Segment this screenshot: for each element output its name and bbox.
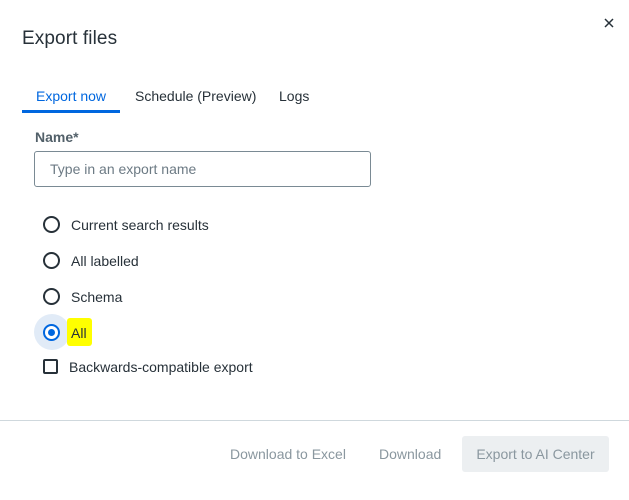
checkbox-label: Backwards-compatible export	[69, 359, 253, 375]
radio-button-selected[interactable]	[43, 324, 60, 341]
backwards-compatible-checkbox[interactable]	[43, 359, 58, 374]
close-icon[interactable]	[600, 14, 618, 32]
radio-button[interactable]	[43, 252, 60, 269]
tab-schedule-preview[interactable]: Schedule (Preview)	[135, 80, 256, 110]
radio-button[interactable]	[43, 288, 60, 305]
dialog-title: Export files	[22, 28, 118, 49]
name-label: Name*	[35, 129, 79, 145]
export-files-dialog: Export files Export now Schedule (Previe…	[0, 0, 629, 500]
radio-label: All	[71, 325, 87, 341]
download-to-excel-button[interactable]: Download to Excel	[230, 436, 346, 472]
export-to-ai-center-button[interactable]: Export to AI Center	[462, 436, 609, 472]
active-tab-indicator	[22, 110, 120, 113]
radio-label: Schema	[71, 289, 123, 305]
tab-logs[interactable]: Logs	[279, 80, 309, 110]
radio-label: Current search results	[71, 217, 209, 233]
export-name-input[interactable]	[34, 151, 371, 187]
radio-label: All labelled	[71, 253, 139, 269]
download-button[interactable]: Download	[379, 436, 441, 472]
tab-export-now[interactable]: Export now	[36, 80, 106, 110]
radio-button[interactable]	[43, 216, 60, 233]
footer-divider	[0, 420, 629, 421]
